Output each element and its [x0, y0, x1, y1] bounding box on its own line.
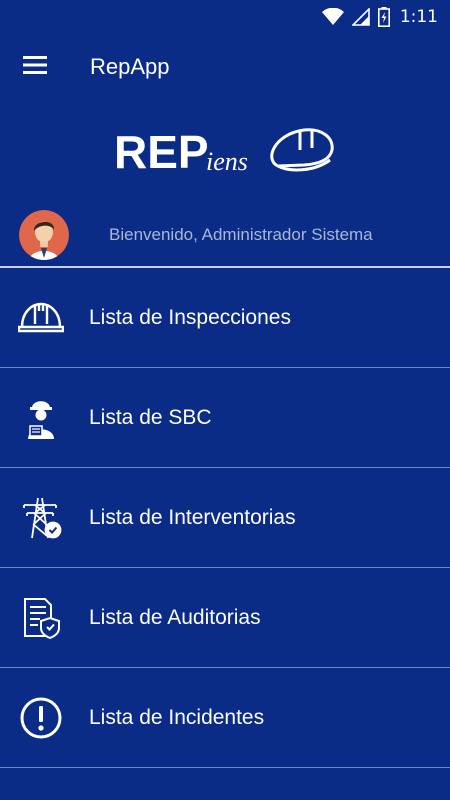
welcome-text: Bienvenido, Administrador Sistema	[109, 225, 373, 244]
worker-icon	[18, 395, 64, 441]
signal-icon	[351, 7, 370, 26]
welcome-row: Bienvenido, Administrador Sistema	[0, 205, 450, 265]
app-bar: RepApp	[0, 33, 450, 101]
user-avatar[interactable]	[19, 210, 69, 260]
logo-text-script: iens	[206, 147, 248, 176]
power-tower-icon	[18, 495, 64, 541]
menu-item-label: Lista de Incidentes	[89, 705, 265, 729]
menu-list: Lista de Inspecciones Lista de SBC Lista…	[0, 268, 450, 768]
status-bar: 1:11	[0, 0, 450, 33]
hard-hat-icon	[270, 128, 334, 172]
hamburger-menu-icon	[23, 55, 47, 79]
menu-item-label: Lista de Interventorias	[89, 505, 296, 529]
battery-charging-icon	[377, 6, 390, 27]
menu-item-inspecciones[interactable]: Lista de Inspecciones	[0, 268, 450, 368]
alert-circle-icon	[18, 695, 64, 741]
wifi-icon	[321, 7, 344, 26]
hamburger-menu-button[interactable]	[0, 33, 70, 101]
menu-item-label: Lista de Inspecciones	[89, 305, 291, 329]
logo-text-bold: REP	[114, 126, 209, 178]
menu-item-interventorias[interactable]: Lista de Interventorias	[0, 468, 450, 568]
audit-document-icon	[18, 595, 64, 641]
status-time: 1:11	[399, 6, 438, 27]
app-logo: REP iens	[0, 120, 450, 182]
menu-item-label: Lista de SBC	[89, 405, 212, 429]
hard-hat-icon	[18, 295, 64, 341]
menu-item-sbc[interactable]: Lista de SBC	[0, 368, 450, 468]
menu-item-label: Lista de Auditorias	[89, 605, 261, 629]
app-title: RepApp	[90, 54, 170, 79]
menu-item-incidentes[interactable]: Lista de Incidentes	[0, 668, 450, 768]
menu-item-auditorias[interactable]: Lista de Auditorias	[0, 568, 450, 668]
